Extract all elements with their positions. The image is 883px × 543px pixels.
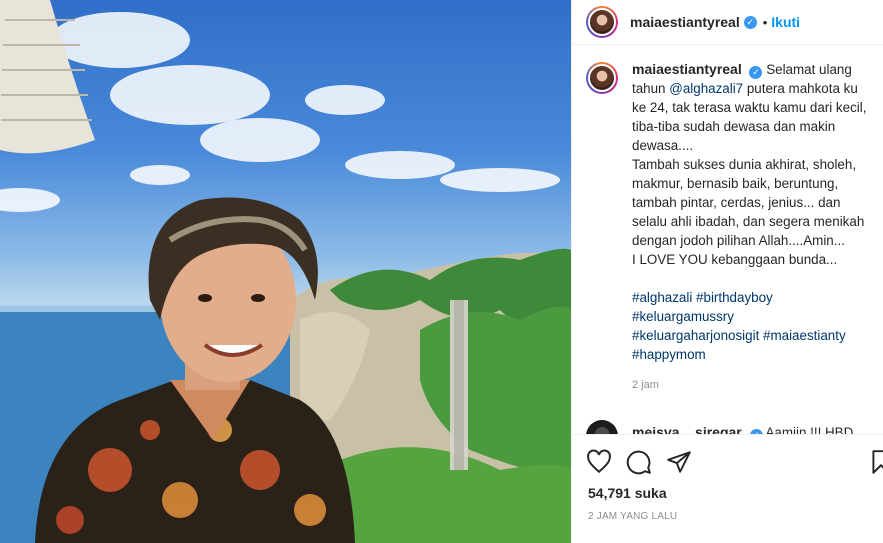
- caption-author-avatar[interactable]: [586, 62, 618, 94]
- separator-dot: •: [762, 14, 768, 30]
- post-photo[interactable]: [0, 0, 571, 543]
- caption-mention[interactable]: @alghazali7: [669, 81, 743, 96]
- caption-timestamp: 2 jam: [632, 379, 659, 391]
- author-username[interactable]: maiaestiantyreal: [630, 14, 740, 30]
- caption-username[interactable]: maiaestiantyreal: [632, 61, 742, 77]
- hashtag-list: #alghazali #birthdayboy #keluargamussry …: [632, 288, 870, 364]
- heart-icon[interactable]: [586, 449, 612, 475]
- hashtag[interactable]: #maiaestianty: [763, 328, 846, 343]
- like-count[interactable]: 54,791 suka: [588, 485, 667, 501]
- post-header: maiaestiantyreal ✓ • Ikuti: [572, 0, 883, 45]
- hashtag[interactable]: #keluargaharjonosigit: [632, 328, 759, 343]
- caption-comment: maiaestiantyreal ✓ Selamat ulang tahun @…: [586, 60, 870, 395]
- post-age: 2 JAM YANG LALU: [588, 511, 678, 522]
- author-avatar[interactable]: [586, 6, 618, 38]
- verified-badge-icon: ✓: [743, 15, 757, 29]
- photo-illustration: [0, 0, 571, 543]
- action-bar: 54,791 suka 2 JAM YANG LALU: [572, 434, 883, 543]
- bookmark-icon[interactable]: [868, 449, 883, 475]
- follow-button[interactable]: Ikuti: [771, 14, 800, 30]
- caption-text-line3: I LOVE YOU kebanggaan bunda...: [632, 252, 838, 267]
- hashtag[interactable]: #birthdayboy: [696, 290, 773, 305]
- verified-badge-icon: ✓: [749, 66, 763, 79]
- post-side-panel: maiaestiantyreal ✓ • Ikuti maiaestiantyr…: [571, 0, 883, 543]
- comment-icon[interactable]: [626, 449, 652, 475]
- hashtag[interactable]: #happymom: [632, 347, 706, 362]
- hashtag[interactable]: #alghazali: [632, 290, 692, 305]
- share-icon[interactable]: [666, 449, 692, 475]
- caption-text-line2: Tambah sukses dunia akhirat, sholeh, mak…: [632, 157, 865, 248]
- hashtag[interactable]: #keluargamussry: [632, 309, 734, 324]
- caption-body: maiaestiantyreal ✓ Selamat ulang tahun @…: [632, 60, 870, 395]
- comments-list[interactable]: maiaestiantyreal ✓ Selamat ulang tahun @…: [572, 60, 883, 432]
